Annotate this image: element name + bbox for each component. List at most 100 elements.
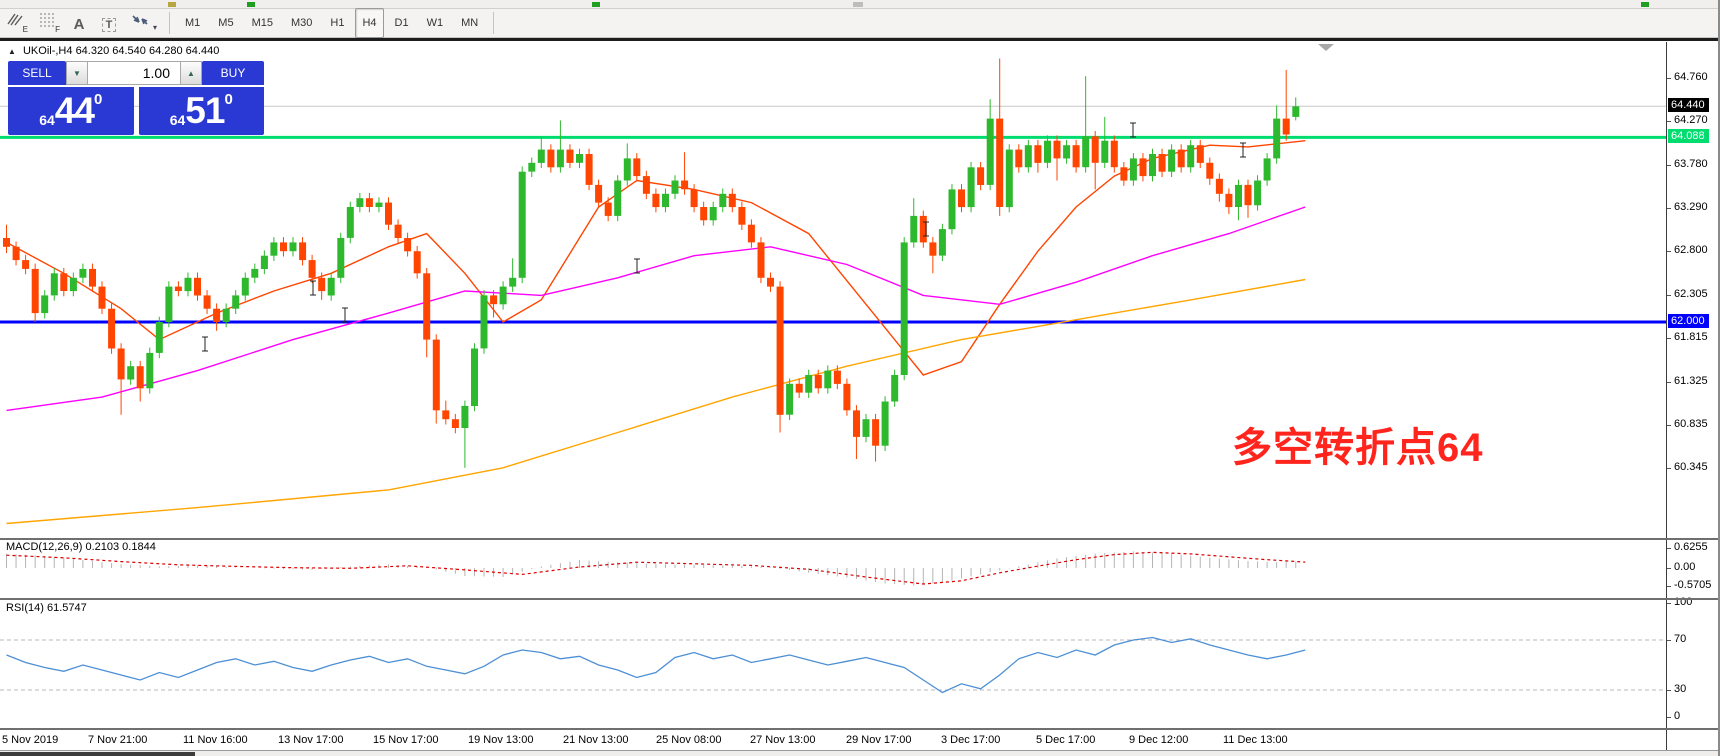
ask-big-digits: 51: [185, 90, 225, 131]
time-axis-label: 11 Nov 16:00: [183, 734, 248, 746]
toolbar-separator: [169, 12, 171, 34]
chart-title: ▲ UKOil-,H4 64.320 64.540 64.280 64.440: [8, 45, 219, 57]
rsi-label: RSI(14) 61.5747: [6, 602, 87, 614]
timeframe-m1-button[interactable]: M1: [178, 8, 207, 38]
axis-tick-label: 61.815: [1667, 331, 1708, 344]
macd-label: MACD(12,26,9) 0.2103 0.1844: [6, 541, 156, 553]
chevron-down-icon[interactable]: ▾: [153, 23, 157, 32]
axis-tick-label: 60.835: [1667, 417, 1708, 430]
timeframe-m15-button[interactable]: M15: [245, 8, 280, 38]
toolbar-button-fragment: [168, 2, 176, 7]
timeframe-m30-button[interactable]: M30: [284, 8, 319, 38]
time-axis-label: 19 Nov 13:00: [468, 734, 534, 746]
draw-lines-tool-button[interactable]: E: [2, 11, 30, 35]
toolbar-button-fragment: [853, 2, 863, 7]
time-axis-label: 11 Dec 13:00: [1223, 734, 1288, 746]
arrows-icon: [130, 13, 150, 32]
bid-prefix: 64: [39, 112, 55, 128]
time-axis-label: 13 Nov 17:00: [278, 734, 344, 746]
time-axis-label: 3 Dec 17:00: [941, 734, 1001, 746]
time-axis-label: 27 Nov 13:00: [750, 734, 816, 746]
toolbar-button-fragment: [592, 2, 600, 7]
axis-tick-label: 64.270: [1667, 114, 1708, 127]
axis-tick-label: 62.800: [1667, 244, 1708, 257]
axis-tick-label: 64.760: [1667, 70, 1708, 83]
timeframe-w1-button[interactable]: W1: [420, 8, 451, 38]
time-axis-label: 7 Nov 21:00: [88, 734, 148, 746]
axis-tick-label: 30: [1666, 683, 1687, 695]
scrollbar-thumb[interactable]: [0, 752, 195, 756]
time-axis-label: 21 Nov 13:00: [563, 734, 629, 746]
volume-input[interactable]: [88, 61, 180, 85]
text-tool-button[interactable]: A: [66, 11, 92, 35]
timeframe-d1-button[interactable]: D1: [388, 8, 416, 38]
macd-indicator-canvas[interactable]: [0, 540, 1666, 598]
price-axis[interactable]: 64.760 64.270 63.780 63.290 62.800 62.305 61.8…: [1666, 42, 1718, 753]
bid-quote-button[interactable]: 64 44 0: [8, 87, 134, 135]
ask-pip-digit: 0: [224, 91, 233, 108]
volume-decrease-button[interactable]: ▼: [66, 61, 88, 85]
axis-tick-label: 62.305: [1667, 288, 1708, 300]
axis-tick-label: 0.00: [1666, 561, 1696, 573]
tool-subscript: E: [22, 25, 28, 34]
timeframe-h4-button[interactable]: H4: [355, 8, 384, 38]
one-click-trading-panel: SELL ▼ ▲ BUY 64 44 0 64 51 0: [8, 61, 264, 135]
time-axis-label: 15 Nov 17:00: [373, 734, 439, 746]
ma-mid: [6, 206, 1306, 412]
fibonacci-tool-button[interactable]: F: [34, 11, 62, 35]
time-axis-label: 5 Nov 2019: [2, 734, 59, 746]
time-axis-label: 9 Dec 12:00: [1129, 734, 1189, 746]
price-badge: 64.088: [1668, 129, 1709, 144]
chart-annotation-text[interactable]: 多空转折点64: [1232, 415, 1484, 473]
letter-icon: A: [73, 16, 85, 33]
collapse-icon[interactable]: ▲: [8, 47, 16, 56]
toolbar-button-fragment: [1641, 2, 1649, 7]
price-badge: 64.440: [1668, 98, 1709, 113]
axis-tick-label: 0.6255: [1667, 540, 1708, 553]
rsi-indicator-canvas[interactable]: [0, 600, 1666, 728]
mt4-application: E F A T ▾ M1 M5 M15 M30 H1 H4 D1 W1 MN ▲ UKOil-,H4 6…: [0, 0, 1720, 756]
panel-separator[interactable]: [0, 598, 1718, 600]
rsi-line: [6, 636, 1306, 694]
time-axis-label: 25 Nov 08:00: [656, 734, 722, 746]
tool-subscript: F: [55, 25, 60, 34]
axis-tick-label: 63.780: [1667, 157, 1708, 170]
time-axis-label: 29 Nov 17:00: [846, 734, 912, 746]
axis-tick-label: 0: [1666, 710, 1681, 722]
sell-button[interactable]: SELL: [8, 61, 66, 85]
bid-pip-digit: 0: [93, 91, 103, 108]
text-box-icon: T: [101, 18, 117, 32]
ma-slow: [6, 278, 1306, 525]
buy-button[interactable]: BUY: [202, 61, 264, 85]
timeframe-m5-button[interactable]: M5: [211, 8, 240, 38]
bid-big-digits: 44: [54, 90, 95, 131]
ask-prefix: 64: [169, 112, 186, 128]
timeframe-group: M1 M5 M15 M30 H1 H4 D1 W1 MN: [176, 8, 487, 38]
ask-quote-button[interactable]: 64 51 0: [138, 87, 264, 135]
arrows-tool-button[interactable]: ▾: [126, 11, 161, 35]
timeframe-mn-button[interactable]: MN: [454, 8, 485, 38]
symbol-period-label: UKOil-,H4: [22, 45, 73, 57]
axis-tick-label: 60.345: [1667, 461, 1708, 474]
macd-signal-line: [6, 551, 1306, 585]
ohlc-values: 64.320 64.540 64.280 64.440: [75, 45, 220, 57]
time-axis-label: 5 Dec 17:00: [1036, 734, 1096, 746]
time-axis[interactable]: 5 Nov 2019 7 Nov 21:00 11 Nov 16:00 13 Nov …: [0, 730, 1666, 750]
volume-increase-button[interactable]: ▲: [180, 61, 202, 85]
chart-toolbar: E F A T ▾ M1 M5 M15 M30 H1 H4 D1 W1 MN: [0, 8, 1718, 38]
timeframe-h1-button[interactable]: H1: [323, 8, 351, 38]
horizontal-scrollbar[interactable]: [0, 750, 1718, 756]
panel-separator[interactable]: [0, 728, 1718, 730]
ma-fast: [6, 140, 1306, 376]
axis-tick-label: 61.325: [1667, 374, 1708, 387]
panel-separator[interactable]: [0, 538, 1718, 540]
drawing-tools-group: E F A T ▾: [0, 11, 163, 35]
toolbar-separator: [493, 12, 495, 34]
axis-tick-label: 63.290: [1667, 200, 1708, 213]
scroll-end-marker: [1318, 44, 1334, 51]
text-label-tool-button[interactable]: T: [96, 11, 122, 35]
axis-tick-label: -0.5705: [1666, 579, 1712, 592]
axis-tick-label: 70: [1666, 633, 1687, 645]
toolbar-button-fragment: [247, 2, 255, 7]
price-badge: 62.000: [1668, 313, 1709, 328]
